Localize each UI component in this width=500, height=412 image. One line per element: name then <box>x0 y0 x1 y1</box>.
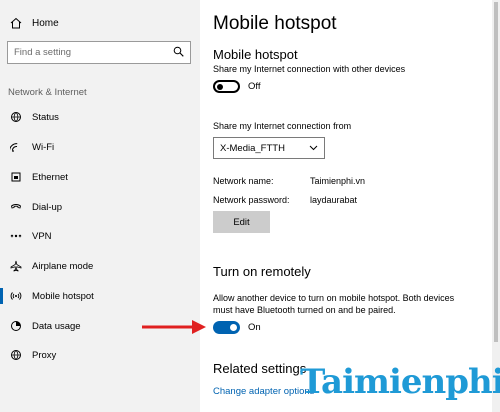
sidebar-item-label: Wi-Fi <box>32 141 55 153</box>
remote-toggle[interactable] <box>213 321 240 334</box>
hotspot-toggle[interactable] <box>213 80 240 93</box>
remote-description: Allow another device to turn on mobile h… <box>213 293 455 315</box>
sidebar-item-vpn[interactable]: VPN <box>0 226 200 246</box>
network-password-value: laydaurabat <box>310 195 358 205</box>
sidebar-item-label: VPN <box>32 230 52 242</box>
sidebar-item-label: Ethernet <box>32 171 68 183</box>
network-password-row: Network password: laydaurabat <box>213 195 357 205</box>
hotspot-toggle-row: Off <box>213 80 261 93</box>
sidebar-item-label: Data usage <box>32 320 81 332</box>
wifi-icon <box>9 141 23 153</box>
home-label: Home <box>32 17 59 29</box>
chevron-down-icon <box>309 143 318 154</box>
related-heading: Related settings <box>213 361 307 376</box>
airplane-icon <box>9 260 23 272</box>
share-from-label: Share my Internet connection from <box>213 121 352 131</box>
network-name-key: Network name: <box>213 176 274 186</box>
remote-toggle-state: On <box>248 322 261 333</box>
data-usage-icon <box>9 320 23 332</box>
sidebar-item-airplane-mode[interactable]: Airplane mode <box>0 256 200 276</box>
network-name-value: Taimienphi.vn <box>310 176 366 186</box>
home-link[interactable]: Home <box>8 14 59 32</box>
sidebar-item-label: Dial-up <box>32 201 63 213</box>
phone-icon <box>9 201 23 213</box>
share-from-dropdown[interactable]: X-Media_FTTH <box>213 137 325 159</box>
section-label: Network & Internet <box>8 87 87 98</box>
vpn-icon <box>9 230 23 242</box>
red-arrow-icon <box>142 320 206 334</box>
sidebar-item-ethernet[interactable]: Ethernet <box>0 167 200 187</box>
search-input[interactable]: Find a setting <box>7 41 191 64</box>
remote-toggle-row: On <box>213 321 261 334</box>
main-panel: Mobile hotspot Mobile hotspot Share my I… <box>200 0 500 412</box>
sidebar-item-dialup[interactable]: Dial-up <box>0 197 200 217</box>
network-name-row: Network name: Taimienphi.vn <box>213 176 365 186</box>
sidebar-item-mobile-hotspot[interactable]: Mobile hotspot <box>0 286 200 306</box>
sidebar-item-label: Mobile hotspot <box>32 290 94 302</box>
share-from-selected: X-Media_FTTH <box>220 142 285 154</box>
search-icon <box>173 44 184 62</box>
hotspot-description: Share my Internet connection with other … <box>213 64 406 74</box>
proxy-globe-icon <box>9 349 23 361</box>
sidebar-item-proxy[interactable]: Proxy <box>0 345 200 365</box>
sidebar-item-label: Airplane mode <box>32 260 94 272</box>
edit-button[interactable]: Edit <box>213 211 270 233</box>
remote-heading: Turn on remotely <box>213 264 311 279</box>
page-title: Mobile hotspot <box>213 13 337 34</box>
hotspot-icon <box>9 290 23 302</box>
hotspot-heading: Mobile hotspot <box>213 47 298 62</box>
sidebar-item-status[interactable]: Status <box>0 107 200 127</box>
home-icon <box>8 17 24 29</box>
scrollbar[interactable] <box>492 0 500 412</box>
network-password-key: Network password: <box>213 195 290 205</box>
search-placeholder: Find a setting <box>14 47 72 58</box>
sidebar-item-label: Status <box>32 111 59 123</box>
watermark-text: Taimienphi <box>300 362 500 402</box>
scroll-thumb[interactable] <box>494 2 498 342</box>
sidebar-item-wifi[interactable]: Wi-Fi <box>0 137 200 157</box>
sidebar-item-label: Proxy <box>32 349 57 361</box>
sidebar: Home Find a setting Network & Internet S… <box>0 0 200 412</box>
hotspot-toggle-state: Off <box>248 81 261 92</box>
globe-status-icon <box>9 111 23 123</box>
ethernet-icon <box>9 171 23 183</box>
